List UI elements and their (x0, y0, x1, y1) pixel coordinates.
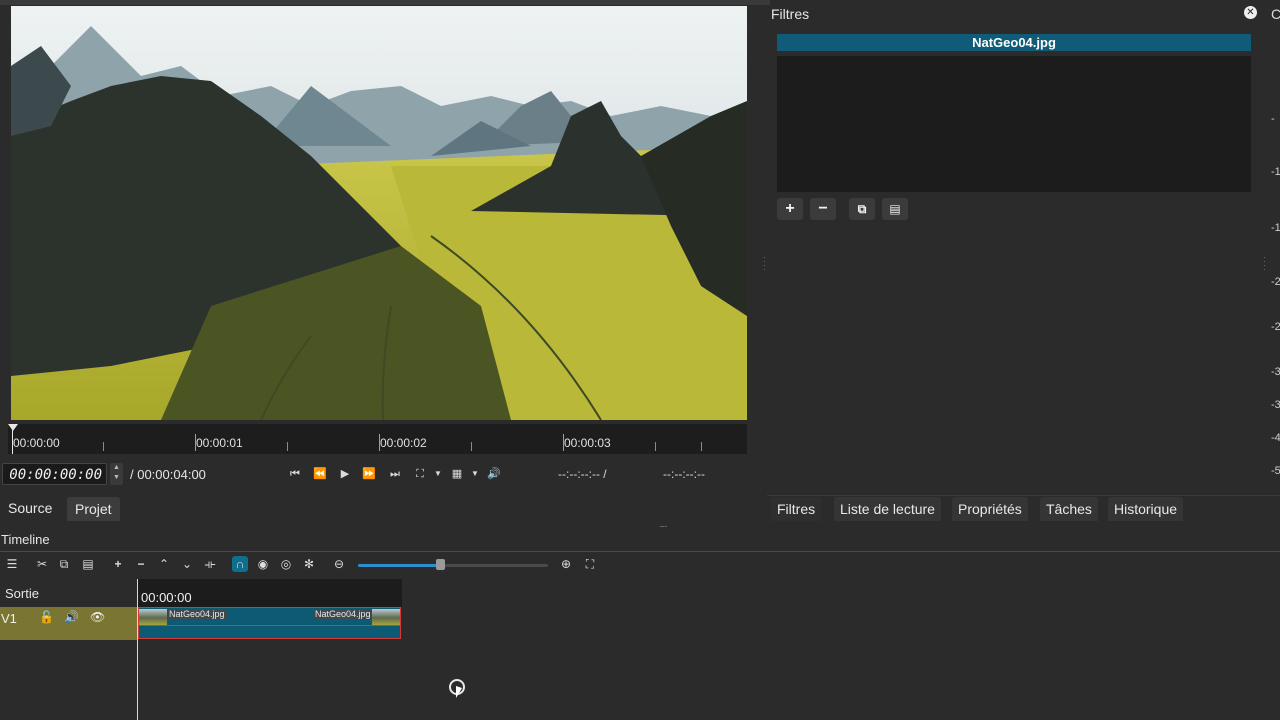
timeline-time-label: 00:00:00 (141, 590, 192, 605)
in-point-timecode: --:--:--:-- / (558, 467, 607, 481)
menu-icon[interactable]: ☰ (4, 556, 20, 572)
mute-icon[interactable]: 🔊 (64, 610, 79, 624)
playhead-marker[interactable] (8, 424, 18, 431)
tab-taches[interactable]: Tâches (1040, 497, 1098, 521)
timeline-playhead[interactable] (137, 579, 138, 720)
overwrite-icon[interactable]: ⌄ (179, 556, 195, 572)
remove-filter-button[interactable]: − (810, 198, 836, 220)
out-point-timecode: --:--:--:-- (663, 467, 705, 481)
timeline-title: Timeline (1, 532, 50, 547)
clip-name-right: NatGeo04.jpg (313, 609, 373, 620)
divider (767, 495, 1280, 496)
audio-meter-label: -2 (1271, 276, 1280, 288)
ruler-tick (103, 442, 104, 451)
ruler-tick (471, 442, 472, 451)
ruler-tick (701, 442, 702, 451)
playhead-line (12, 430, 13, 454)
chevron-down-icon[interactable]: ▼ (429, 466, 447, 482)
tab-historique[interactable]: Historique (1108, 497, 1184, 521)
grid-icon[interactable]: ▦ (448, 466, 466, 482)
tab-liste-de-lecture[interactable]: Liste de lecture (834, 497, 941, 521)
add-filter-button[interactable]: + (777, 198, 803, 220)
tab-projet[interactable]: Projet (67, 497, 120, 521)
track-name: V1 (1, 611, 17, 626)
side-panel-title: C (1271, 6, 1280, 22)
snap-icon[interactable]: ∩ (232, 556, 248, 572)
volume-icon[interactable]: 🔊 (485, 466, 503, 482)
copy-icon[interactable]: ⧉ (56, 556, 72, 572)
zoom-slider-handle[interactable] (436, 559, 445, 570)
total-duration: / 00:00:04:00 (130, 467, 206, 482)
divider (0, 551, 1280, 552)
preview-ruler[interactable]: 00:00:00 00:00:01 00:00:02 00:00:03 (8, 424, 747, 454)
output-track-label: Sortie (5, 586, 39, 601)
video-preview (11, 6, 747, 420)
zoom-fit-icon[interactable]: ⛶ (411, 466, 429, 482)
preview-image (11, 6, 747, 420)
current-clip-name: NatGeo04.jpg (777, 34, 1251, 51)
play-icon[interactable]: ▶ (336, 466, 354, 482)
panel-splitter-handle[interactable]: · · · · (763, 254, 766, 274)
scrub-icon[interactable]: ◉ (255, 556, 271, 572)
clip-thumbnail (139, 609, 167, 625)
clip-thumbnail (372, 609, 400, 625)
zoom-slider-fill (358, 564, 440, 567)
chevron-down-icon[interactable]: ▼ (466, 466, 484, 482)
remove-icon[interactable]: − (133, 556, 149, 572)
timecode-input[interactable]: 00:00:00:00 (2, 463, 107, 485)
tab-proprietes[interactable]: Propriétés (952, 497, 1028, 521)
audio-meter-label: -1 (1271, 166, 1280, 178)
tab-filtres[interactable]: Filtres (771, 497, 822, 521)
append-icon[interactable]: + (110, 556, 126, 572)
window-top-strip (0, 0, 770, 5)
zoom-out-icon[interactable]: ⊖ (331, 556, 347, 572)
ripple-all-icon[interactable]: ✻ (301, 556, 317, 572)
copy-filter-button[interactable]: ⧉ (849, 198, 875, 220)
timeline-clip[interactable]: NatGeo04.jpg NatGeo04.jpg (138, 607, 401, 639)
ruler-tick (655, 442, 656, 451)
fast-forward-icon[interactable]: ⏩ (360, 466, 378, 482)
split-icon[interactable]: ⟛ (202, 556, 218, 572)
audio-meter-label: -3 (1271, 366, 1280, 378)
lock-icon[interactable]: 🔓 (39, 610, 54, 624)
audio-meter-label: -3 (1271, 399, 1280, 411)
close-icon[interactable]: ✕ (1244, 6, 1257, 19)
ruler-label: 00:00:02 (380, 436, 427, 450)
ripple-icon[interactable]: ◎ (278, 556, 294, 572)
filters-panel-title: Filtres (771, 6, 810, 22)
ruler-label: 00:00:01 (196, 436, 243, 450)
audio-meter-label: - (1271, 113, 1275, 125)
skip-end-icon[interactable]: ⏭ (386, 466, 404, 482)
paste-icon[interactable]: ▤ (80, 556, 96, 572)
zoom-fit-icon[interactable]: ⛶ (582, 556, 598, 572)
ruler-label: 00:00:00 (13, 436, 60, 450)
audio-meter-label: -4 (1271, 432, 1280, 444)
audio-meter-label: -5 (1271, 465, 1280, 477)
rewind-icon[interactable]: ⏪ (311, 466, 329, 482)
clip-name-left: NatGeo04.jpg (167, 609, 227, 620)
mouse-pointer-icon (456, 686, 462, 698)
lift-icon[interactable]: ⌃ (156, 556, 172, 572)
zoom-in-icon[interactable]: ⊕ (558, 556, 574, 572)
ruler-label: 00:00:03 (564, 436, 611, 450)
clip-audio-line (139, 625, 400, 626)
audio-meter-label: -2 (1271, 321, 1280, 333)
audio-meter-label: -1 (1271, 222, 1280, 234)
cut-icon[interactable]: ✂ (34, 556, 50, 572)
tab-source[interactable]: Source (0, 496, 60, 520)
filter-list[interactable] (777, 56, 1251, 192)
timecode-spinner[interactable]: ▲ ▼ (110, 463, 123, 485)
paste-filter-button[interactable]: ▤ (882, 198, 908, 220)
ruler-tick (287, 442, 288, 451)
splitter-handle[interactable]: ...... (659, 520, 677, 529)
skip-start-icon[interactable]: ⏮ (286, 466, 304, 482)
panel-splitter-handle[interactable]: · · · · (1263, 254, 1266, 274)
eye-icon[interactable]: 👁 (90, 610, 105, 624)
